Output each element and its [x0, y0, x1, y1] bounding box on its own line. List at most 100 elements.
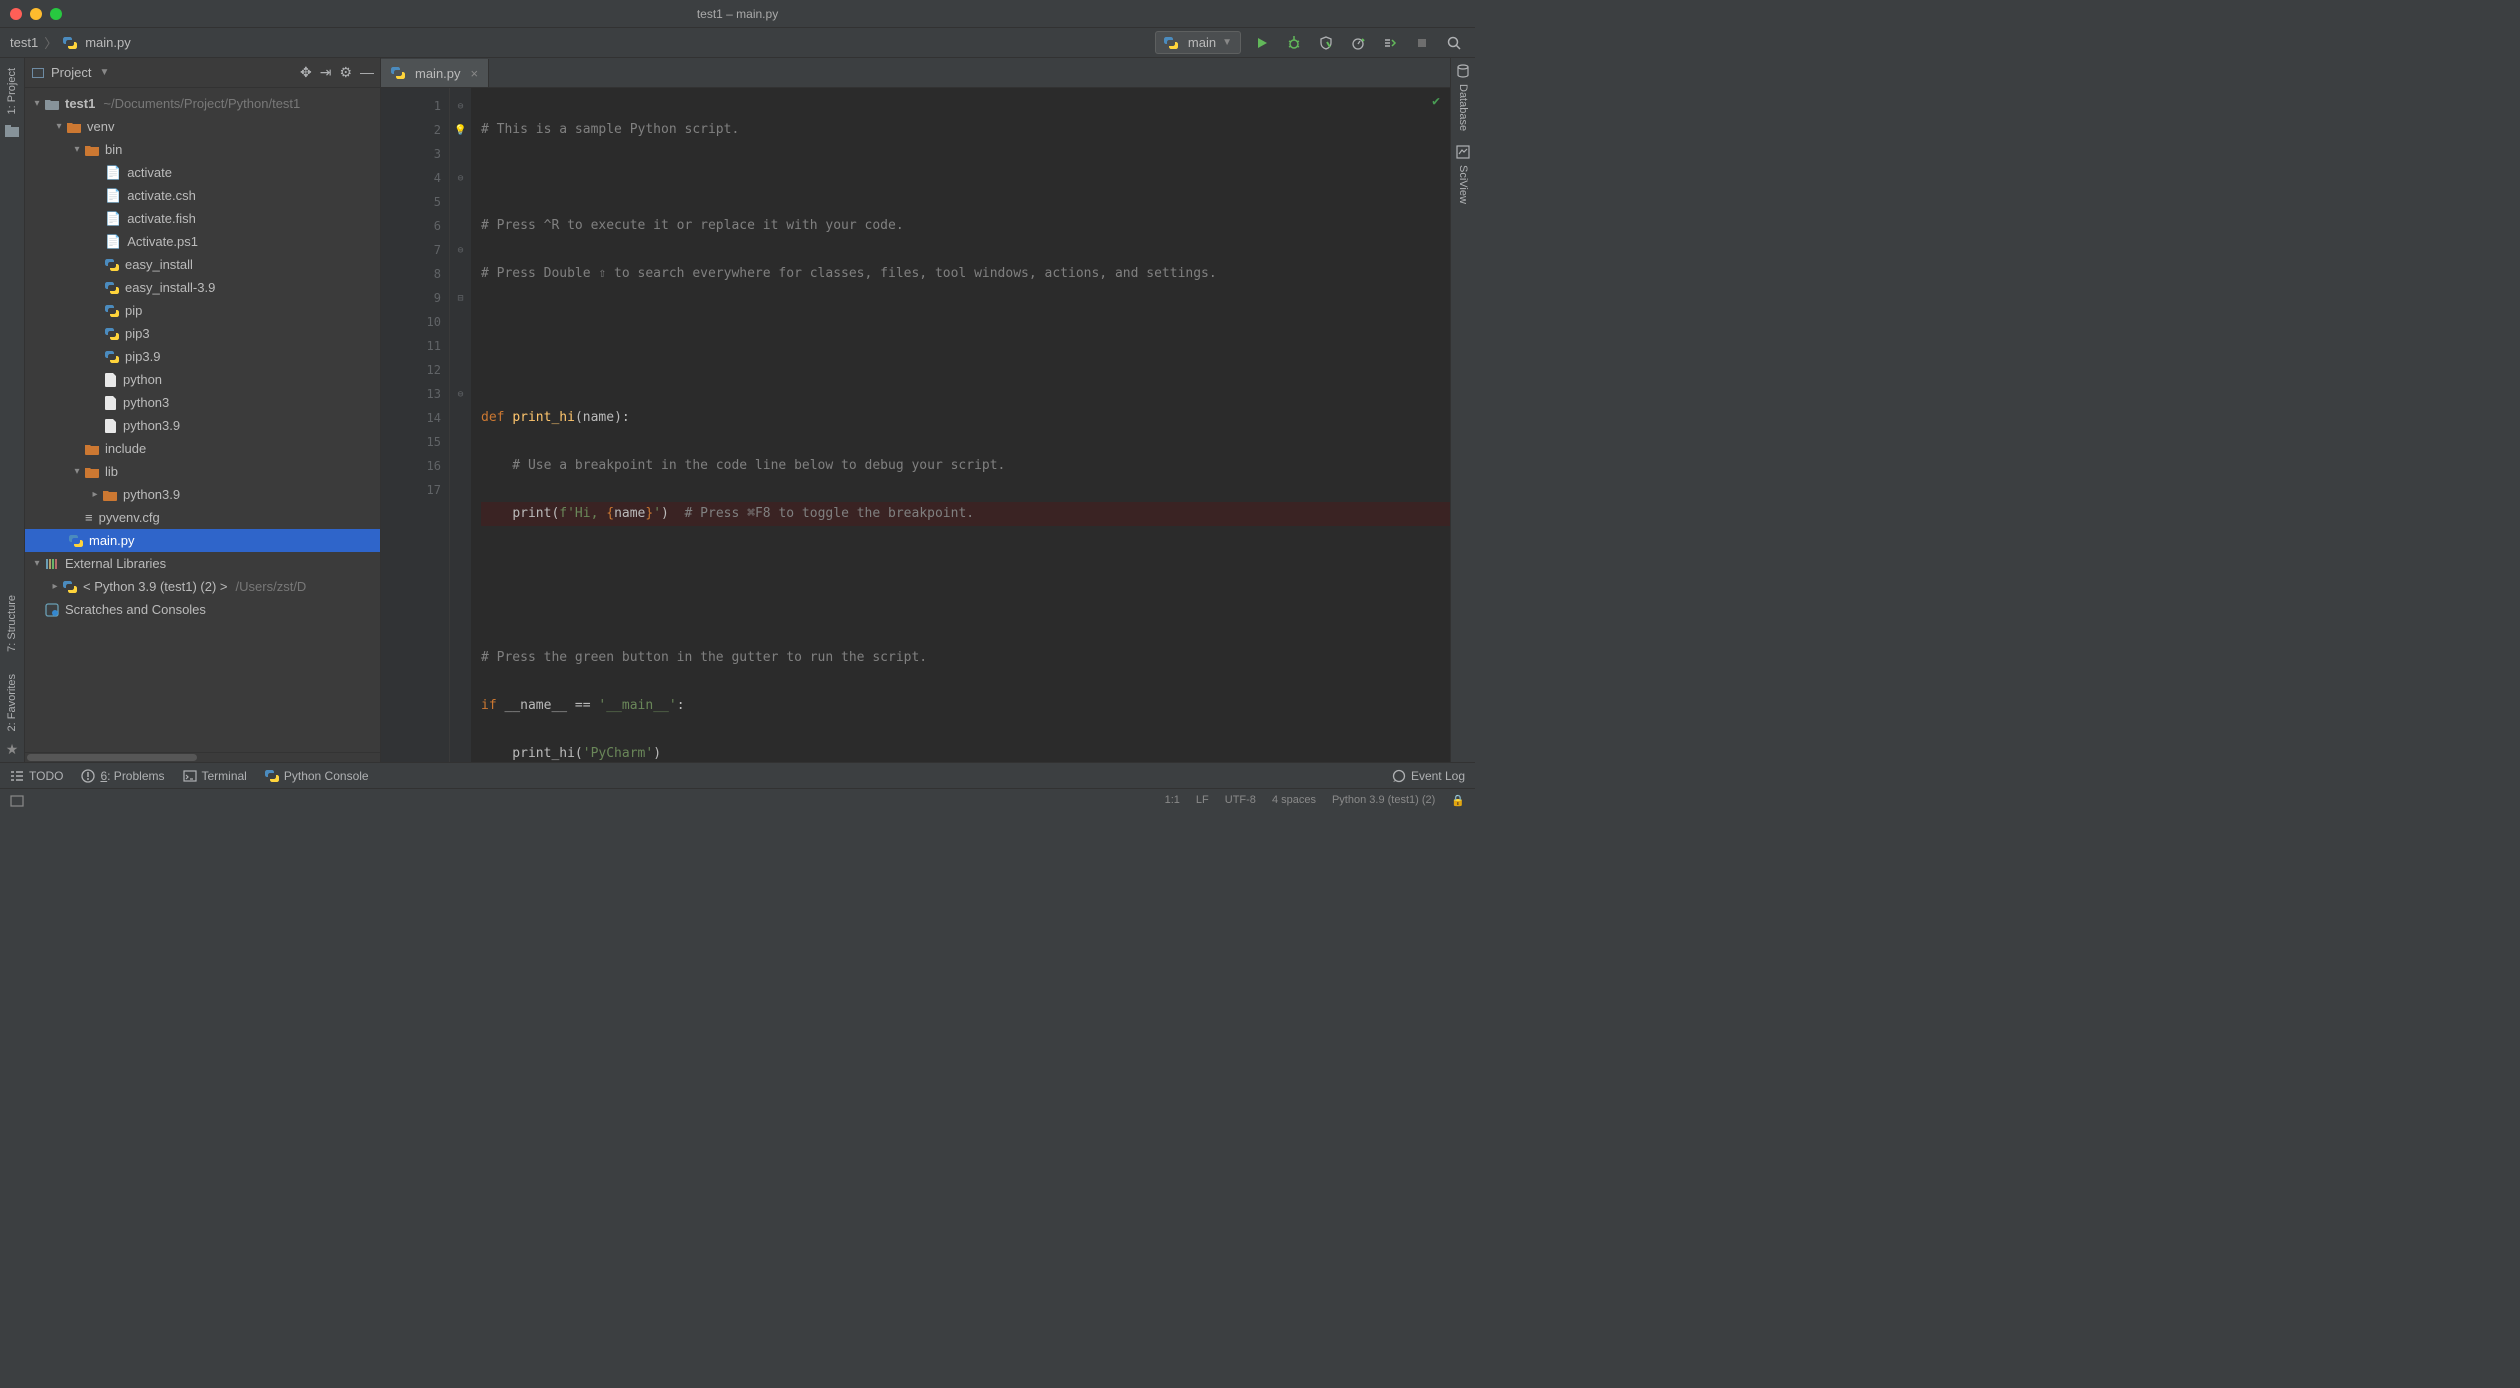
- database-tool-tab[interactable]: Database: [1455, 80, 1471, 135]
- tree-item-mainpy[interactable]: main.py: [25, 529, 380, 552]
- window-title: test1 – main.py: [697, 7, 778, 21]
- project-tool-tab[interactable]: 1: Project: [4, 64, 20, 118]
- status-indent[interactable]: 4 spaces: [1272, 794, 1316, 807]
- terminal-tool-tab[interactable]: Terminal: [183, 769, 247, 783]
- breadcrumb-file[interactable]: main.py: [85, 35, 131, 50]
- gear-icon[interactable]: ⚙: [339, 64, 352, 81]
- debug-button[interactable]: [1283, 32, 1305, 54]
- tree-item-pip39[interactable]: pip3.9: [25, 345, 380, 368]
- fold-gutter[interactable]: ⊖ 💡 ⊖ ⊖ ⊟ ⊖: [449, 88, 471, 762]
- text-file-icon: 📄: [105, 234, 121, 250]
- file-icon: [105, 419, 117, 433]
- tree-root[interactable]: ▾ test1 ~/Documents/Project/Python/test1: [25, 92, 380, 115]
- tree-item-pyvenv[interactable]: ≡pyvenv.cfg: [25, 506, 380, 529]
- tree-external-libraries[interactable]: ▾External Libraries: [25, 552, 380, 575]
- sciview-tool-tab[interactable]: SciView: [1455, 161, 1471, 208]
- chevron-down-icon[interactable]: ▾: [31, 558, 43, 569]
- right-tool-stripe: Database SciView: [1450, 58, 1475, 762]
- problems-tool-tab[interactable]: 6: Problems: [81, 769, 164, 783]
- scratch-icon: [45, 603, 59, 617]
- tree-item-python39[interactable]: python3.9: [25, 414, 380, 437]
- hide-panel-icon[interactable]: —: [360, 64, 374, 81]
- python-file-icon: [105, 350, 119, 364]
- todo-tool-tab[interactable]: TODO: [10, 769, 63, 783]
- code-content[interactable]: # This is a sample Python script. # Pres…: [471, 88, 1450, 762]
- folder-icon: [45, 98, 59, 110]
- event-log-tool-tab[interactable]: Event Log: [1392, 769, 1465, 783]
- status-encoding[interactable]: UTF-8: [1225, 794, 1256, 807]
- maximize-window-button[interactable]: [50, 8, 62, 20]
- minimize-window-button[interactable]: [30, 8, 42, 20]
- chevron-right-icon[interactable]: ▸: [89, 489, 101, 500]
- database-icon[interactable]: [1456, 64, 1470, 78]
- file-icon: [105, 396, 117, 410]
- text-file-icon: 📄: [105, 211, 121, 227]
- close-tab-icon[interactable]: ×: [471, 66, 479, 81]
- editor-tab-mainpy[interactable]: main.py ×: [381, 59, 489, 87]
- python-file-icon: [63, 36, 77, 50]
- chevron-down-icon[interactable]: ▾: [31, 98, 43, 109]
- status-lock-icon[interactable]: 🔒: [1451, 794, 1465, 807]
- text-file-icon: 📄: [105, 188, 121, 204]
- tree-item-lib-python39[interactable]: ▸python3.9: [25, 483, 380, 506]
- tree-item-bin[interactable]: ▾ bin: [25, 138, 380, 161]
- stop-button[interactable]: [1411, 32, 1433, 54]
- window-controls: [10, 8, 62, 20]
- analysis-ok-icon[interactable]: ✔: [1432, 94, 1440, 109]
- locate-icon[interactable]: ✥: [300, 64, 312, 81]
- editor-area: main.py × 1 2 3 4 5 6 7 8 9 10 11 12 13▶…: [381, 58, 1450, 762]
- folder-icon: [85, 144, 99, 156]
- python-file-icon: [105, 327, 119, 341]
- tree-python-sdk[interactable]: ▸< Python 3.9 (test1) (2) >/Users/zst/D: [25, 575, 380, 598]
- breadcrumb-root[interactable]: test1: [10, 35, 38, 50]
- python-console-tool-tab[interactable]: Python Console: [265, 769, 369, 783]
- project-icon: [31, 66, 45, 80]
- run-config-selector[interactable]: main ▼: [1155, 31, 1241, 54]
- status-cursor-position[interactable]: 1:1: [1165, 794, 1180, 807]
- run-coverage-button[interactable]: [1315, 32, 1337, 54]
- bottom-tool-stripe: TODO 6: Problems Terminal Python Console…: [0, 762, 1475, 788]
- tree-item-activate-csh[interactable]: 📄activate.csh: [25, 184, 380, 207]
- project-h-scrollbar[interactable]: [25, 752, 380, 762]
- tree-item-easy-install-39[interactable]: easy_install-3.9: [25, 276, 380, 299]
- tree-item-python3[interactable]: python3: [25, 391, 380, 414]
- favorites-tool-tab[interactable]: 2: Favorites: [4, 670, 20, 735]
- text-file-icon: 📄: [105, 165, 121, 181]
- chevron-down-icon[interactable]: ▾: [71, 466, 83, 477]
- python-file-icon: [105, 304, 119, 318]
- code-editor[interactable]: 1 2 3 4 5 6 7 8 9 10 11 12 13▶ 14 15 16 …: [381, 88, 1450, 762]
- chevron-down-icon[interactable]: ▾: [71, 144, 83, 155]
- tree-item-easy-install[interactable]: easy_install: [25, 253, 380, 276]
- tree-item-activate[interactable]: 📄activate: [25, 161, 380, 184]
- chevron-down-icon[interactable]: ▼: [99, 67, 109, 78]
- close-window-button[interactable]: [10, 8, 22, 20]
- tree-item-pip3[interactable]: pip3: [25, 322, 380, 345]
- python-file-icon: [105, 258, 119, 272]
- concurrency-button[interactable]: [1379, 32, 1401, 54]
- run-button[interactable]: [1251, 32, 1273, 54]
- project-tree[interactable]: ▾ test1 ~/Documents/Project/Python/test1…: [25, 88, 380, 752]
- tree-item-activate-fish[interactable]: 📄activate.fish: [25, 207, 380, 230]
- tree-item-venv[interactable]: ▾ venv: [25, 115, 380, 138]
- tree-scratches[interactable]: Scratches and Consoles: [25, 598, 380, 621]
- status-line-separator[interactable]: LF: [1196, 794, 1209, 807]
- scrollbar-thumb[interactable]: [27, 754, 197, 761]
- sciview-icon[interactable]: [1456, 145, 1470, 159]
- search-everywhere-button[interactable]: [1443, 32, 1465, 54]
- tree-item-pip[interactable]: pip: [25, 299, 380, 322]
- project-panel-header: Project ▼ ✥ ⇥ ⚙ —: [25, 58, 380, 88]
- profiler-button[interactable]: [1347, 32, 1369, 54]
- text-file-icon: ≡: [85, 510, 93, 525]
- tree-item-lib[interactable]: ▾lib: [25, 460, 380, 483]
- collapse-icon[interactable]: ⇥: [320, 64, 332, 81]
- chevron-down-icon[interactable]: ▾: [53, 121, 65, 132]
- chevron-right-icon[interactable]: ▸: [49, 581, 61, 592]
- structure-tool-tab[interactable]: 7: Structure: [4, 591, 20, 656]
- tree-item-python[interactable]: python: [25, 368, 380, 391]
- status-interpreter[interactable]: Python 3.9 (test1) (2): [1332, 794, 1435, 807]
- line-number-gutter[interactable]: 1 2 3 4 5 6 7 8 9 10 11 12 13▶ 14 15 16 …: [381, 88, 449, 762]
- intention-bulb-icon[interactable]: 💡: [450, 118, 471, 142]
- tree-item-activate-ps1[interactable]: 📄Activate.ps1: [25, 230, 380, 253]
- tree-item-include[interactable]: include: [25, 437, 380, 460]
- status-left-icon[interactable]: [10, 795, 24, 807]
